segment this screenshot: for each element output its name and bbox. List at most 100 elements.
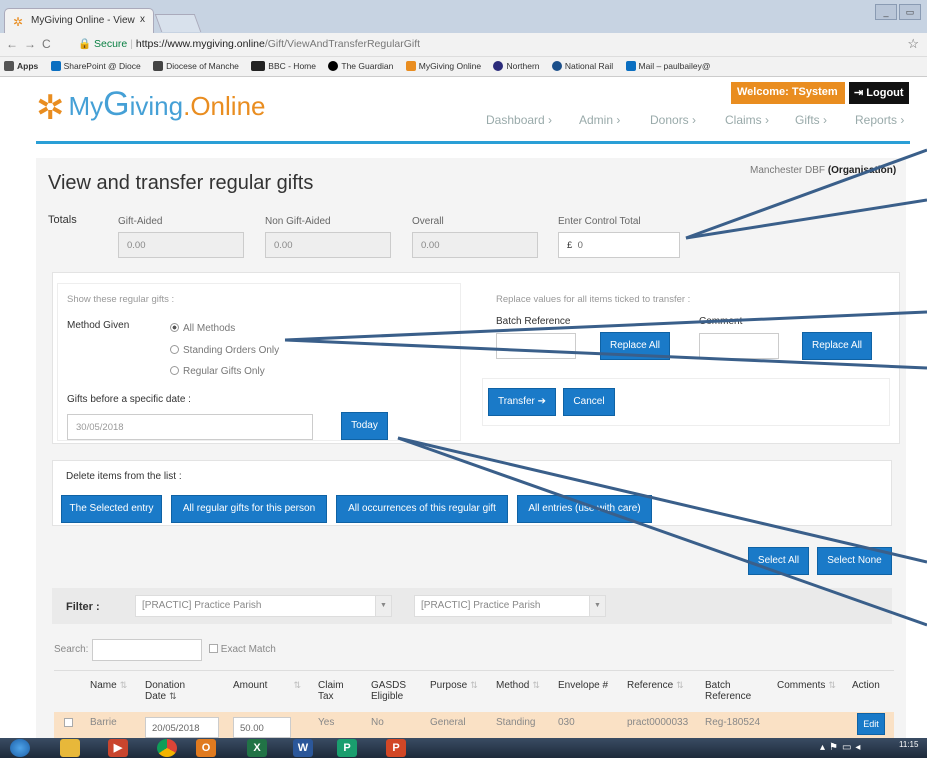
forward-icon[interactable]: → [24, 37, 42, 51]
cancel-button[interactable]: Cancel [563, 388, 615, 416]
bookmark-mygiving[interactable]: MyGiving Online [405, 61, 481, 71]
menu-admin[interactable]: Admin › [579, 113, 620, 127]
search-input[interactable] [92, 639, 202, 661]
bookmark-star-icon[interactable]: ☆ [907, 36, 919, 52]
header-divider [36, 141, 910, 144]
welcome-badge[interactable]: Welcome: TSystem [731, 82, 845, 104]
comment-input[interactable] [699, 333, 779, 359]
col-donation-date[interactable]: Donation Date ⇅ [145, 680, 201, 702]
delete-person-button[interactable]: All regular gifts for this person [171, 495, 327, 523]
window-controls: _ ▭ [875, 4, 921, 20]
exact-match-checkbox[interactable]: Exact Match [209, 644, 276, 655]
radio-standing-orders[interactable]: Standing Orders Only [170, 345, 279, 356]
new-tab-button[interactable] [154, 14, 202, 32]
chrome-icon[interactable] [157, 739, 177, 757]
overall-total: 0.00 [412, 232, 538, 258]
publisher-icon[interactable]: P [337, 739, 357, 757]
bookmark-mail[interactable]: Mail – paulbailey@ [625, 61, 710, 71]
control-total-input[interactable]: £ 0 [558, 232, 680, 258]
col-batch-reference[interactable]: Batch Reference [705, 680, 755, 702]
parish-select-1[interactable]: [PRACTIC] Practice Parish ▼ [135, 595, 392, 617]
url-field[interactable]: 🔒 Secure | https://www.mygiving.online/G… [78, 37, 420, 50]
batch-reference-input[interactable] [496, 333, 576, 359]
delete-heading: Delete items from the list : [66, 471, 182, 482]
logout-button[interactable]: ⇥ Logout [849, 82, 909, 104]
bookmarks-bar: Apps SharePoint @ Dioce Diocese of Manch… [0, 57, 927, 77]
edit-button[interactable]: Edit [857, 713, 885, 735]
cell-date-input[interactable]: 20/05/2018 [145, 717, 219, 738]
transfer-button[interactable]: Transfer ➔ [488, 388, 556, 416]
col-gasds[interactable]: GASDS Eligible [371, 680, 411, 702]
menu-claims[interactable]: Claims › [725, 113, 769, 127]
word-icon[interactable]: W [293, 739, 313, 757]
radio-dot [170, 323, 179, 332]
url-path: /Gift/ViewAndTransferRegularGift [264, 38, 421, 50]
cell-batch: Reg-180524 [705, 717, 761, 728]
date-input[interactable]: 30/05/2018 [67, 414, 313, 440]
start-button-icon[interactable] [10, 739, 30, 757]
cell-amount-input[interactable]: 50.00 [233, 717, 291, 738]
col-comments[interactable]: Comments ⇅ [777, 680, 836, 691]
bookmark-guardian[interactable]: The Guardian [328, 61, 393, 71]
welcome-label: Welcome: [737, 86, 789, 98]
reload-icon[interactable]: C [42, 37, 57, 51]
powerpoint-icon[interactable]: P [386, 739, 406, 757]
bookmark-sharepoint[interactable]: SharePoint @ Dioce [50, 61, 141, 71]
col-purpose[interactable]: Purpose ⇅ [430, 680, 478, 691]
browser-tab[interactable]: ✲ MyGiving Online - View x [4, 8, 154, 33]
clock: 11:15 [899, 740, 919, 749]
col-reference[interactable]: Reference ⇅ [627, 680, 684, 691]
cell-claim-tax: Yes [318, 717, 335, 728]
logout-label: Logout [866, 87, 904, 99]
search-label: Search: [54, 644, 89, 655]
gift-aided-label: Gift-Aided [118, 216, 163, 227]
col-name[interactable]: Name ⇅ [90, 680, 127, 691]
bookmark-apps[interactable]: Apps [4, 61, 38, 71]
nav-buttons: ←→C [6, 37, 57, 51]
select-all-button[interactable]: Select All [748, 547, 809, 575]
explorer-icon[interactable] [60, 739, 80, 757]
bookmark-bbc[interactable]: BBC - Home [251, 61, 316, 71]
filter-label: Filter : [66, 601, 100, 613]
back-icon[interactable]: ← [6, 37, 24, 51]
menu-reports[interactable]: Reports › [855, 113, 904, 127]
menu-gifts[interactable]: Gifts › [795, 113, 827, 127]
site-logo[interactable]: ✲ MyGiving.Online [36, 85, 266, 128]
col-envelope[interactable]: Envelope # [558, 680, 614, 691]
organisation-label: Manchester DBF (Organisation) [750, 165, 897, 176]
system-tray-icons[interactable]: ▴⚑▭◂ [820, 742, 864, 753]
col-action: Action [852, 680, 880, 691]
parish-select-2[interactable]: [PRACTIC] Practice Parish ▼ [414, 595, 606, 617]
method-label: Method Given [67, 320, 130, 331]
minimize-icon[interactable]: _ [875, 4, 897, 20]
radio-dot [170, 366, 179, 375]
chevron-down-icon: ▼ [375, 596, 391, 616]
radio-all-methods[interactable]: All Methods [170, 323, 235, 334]
select-none-button[interactable]: Select None [817, 547, 892, 575]
outlook-icon[interactable]: O [196, 739, 216, 757]
table-top-border [54, 670, 894, 671]
bookmark-diocese[interactable]: Diocese of Manche [153, 61, 239, 71]
today-button[interactable]: Today [341, 412, 388, 440]
col-method[interactable]: Method ⇅ [496, 680, 540, 691]
maximize-icon[interactable]: ▭ [899, 4, 921, 20]
bookmark-northern[interactable]: Northern [493, 61, 540, 71]
delete-all-button[interactable]: All entries (use with care) [517, 495, 652, 523]
currency-symbol: £ [567, 240, 573, 251]
media-player-icon[interactable]: ▶ [108, 739, 128, 757]
col-claim-tax[interactable]: Claim Tax [318, 680, 356, 702]
delete-selected-button[interactable]: The Selected entry [61, 495, 162, 523]
menu-dashboard[interactable]: Dashboard › [486, 113, 552, 127]
bookmark-nationalrail[interactable]: National Rail [551, 61, 613, 71]
close-tab-icon[interactable]: x [140, 14, 145, 25]
col-amount[interactable]: Amount ⇅ [233, 680, 301, 691]
excel-icon[interactable]: X [247, 739, 267, 757]
replace-all-comment-button[interactable]: Replace All [802, 332, 872, 360]
delete-occurrences-button[interactable]: All occurrences of this regular gift [336, 495, 508, 523]
welcome-user: TSystem [791, 86, 838, 98]
overall-label: Overall [412, 216, 444, 227]
row-checkbox[interactable] [64, 718, 73, 727]
radio-regular-gifts[interactable]: Regular Gifts Only [170, 366, 265, 377]
replace-all-batch-button[interactable]: Replace All [600, 332, 670, 360]
menu-donors[interactable]: Donors › [650, 113, 696, 127]
